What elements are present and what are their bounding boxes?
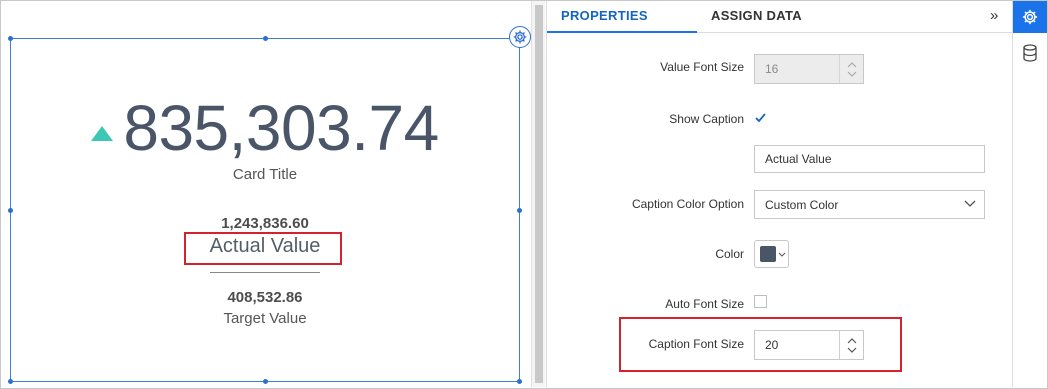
value-font-size-stepper bbox=[839, 55, 863, 83]
resize-handle-bottom-right[interactable] bbox=[517, 379, 522, 384]
gear-icon bbox=[1022, 9, 1038, 25]
value-font-size-label: Value Font Size bbox=[660, 60, 744, 74]
panel-splitter[interactable] bbox=[531, 1, 545, 387]
caption-color-option-select[interactable]: Custom Color bbox=[754, 190, 985, 219]
chevron-down-icon bbox=[847, 347, 856, 353]
collapse-panel-icon[interactable]: » bbox=[990, 7, 998, 24]
actual-value-number: 1,243,836.60 bbox=[221, 215, 309, 232]
resize-handle-top-left[interactable] bbox=[8, 36, 13, 41]
tab-assign-data[interactable]: ASSIGN DATA bbox=[711, 8, 802, 23]
resize-handle-top[interactable] bbox=[263, 36, 268, 41]
actual-value-caption: Actual Value bbox=[209, 235, 321, 257]
rail-properties-button[interactable] bbox=[1013, 1, 1047, 33]
resize-handle-bottom-left[interactable] bbox=[8, 379, 13, 384]
properties-panel: PROPERTIES ASSIGN DATA » Value Font Size… bbox=[546, 1, 1012, 387]
auto-font-size-label: Auto Font Size bbox=[665, 297, 744, 311]
triangle-up-icon bbox=[91, 125, 114, 141]
color-picker[interactable] bbox=[754, 240, 789, 268]
panel-tabs: PROPERTIES ASSIGN DATA » bbox=[547, 1, 1012, 33]
chevron-down-icon bbox=[964, 200, 976, 207]
kpi-value: 835,303.74 bbox=[123, 92, 439, 164]
show-caption-label: Show Caption bbox=[669, 112, 744, 126]
target-value-caption: Target Value bbox=[223, 310, 307, 327]
chevron-down-icon bbox=[847, 71, 856, 77]
color-swatch bbox=[760, 246, 776, 262]
resize-handle-left[interactable] bbox=[8, 208, 13, 213]
auto-font-size-checkbox[interactable] bbox=[754, 295, 767, 308]
dashboard-canvas: 835,303.74 Card Title 1,243,836.60 Actua… bbox=[1, 1, 531, 387]
chevron-up-icon bbox=[847, 337, 856, 343]
caption-font-size-stepper[interactable] bbox=[839, 331, 863, 359]
tab-properties[interactable]: PROPERTIES bbox=[561, 8, 648, 23]
card-widget[interactable]: 835,303.74 Card Title 1,243,836.60 Actua… bbox=[8, 36, 522, 384]
splitter-bar[interactable] bbox=[535, 5, 543, 383]
card-title: Card Title bbox=[232, 166, 298, 183]
divider-line bbox=[210, 272, 320, 273]
checkmark-icon bbox=[755, 113, 766, 123]
caption-text-input[interactable]: Actual Value bbox=[754, 145, 985, 173]
caption-color-option-value: Custom Color bbox=[765, 197, 839, 212]
caption-text-value: Actual Value bbox=[765, 152, 832, 166]
caption-font-size-label: Caption Font Size bbox=[648, 337, 744, 351]
caption-font-size-value: 20 bbox=[765, 338, 779, 352]
value-font-size-value: 16 bbox=[765, 62, 779, 76]
rail-data-button[interactable] bbox=[1013, 37, 1047, 69]
chevron-up-icon bbox=[847, 61, 856, 67]
resize-handle-right[interactable] bbox=[517, 208, 522, 213]
icon-rail bbox=[1012, 1, 1047, 387]
widget-settings-gear-icon[interactable] bbox=[509, 26, 531, 48]
color-label: Color bbox=[715, 247, 744, 261]
target-value-number: 408,532.86 bbox=[227, 289, 303, 306]
kpi-row: 835,303.74 bbox=[11, 91, 519, 165]
value-font-size-input: 16 bbox=[754, 54, 864, 84]
active-tab-indicator bbox=[547, 31, 697, 33]
chevron-down-icon bbox=[778, 252, 786, 257]
caption-font-size-input[interactable]: 20 bbox=[754, 330, 864, 360]
resize-handle-bottom[interactable] bbox=[263, 379, 268, 384]
caption-color-option-label: Caption Color Option bbox=[631, 197, 744, 211]
show-caption-checkbox[interactable] bbox=[754, 111, 767, 124]
database-icon bbox=[1023, 44, 1037, 62]
